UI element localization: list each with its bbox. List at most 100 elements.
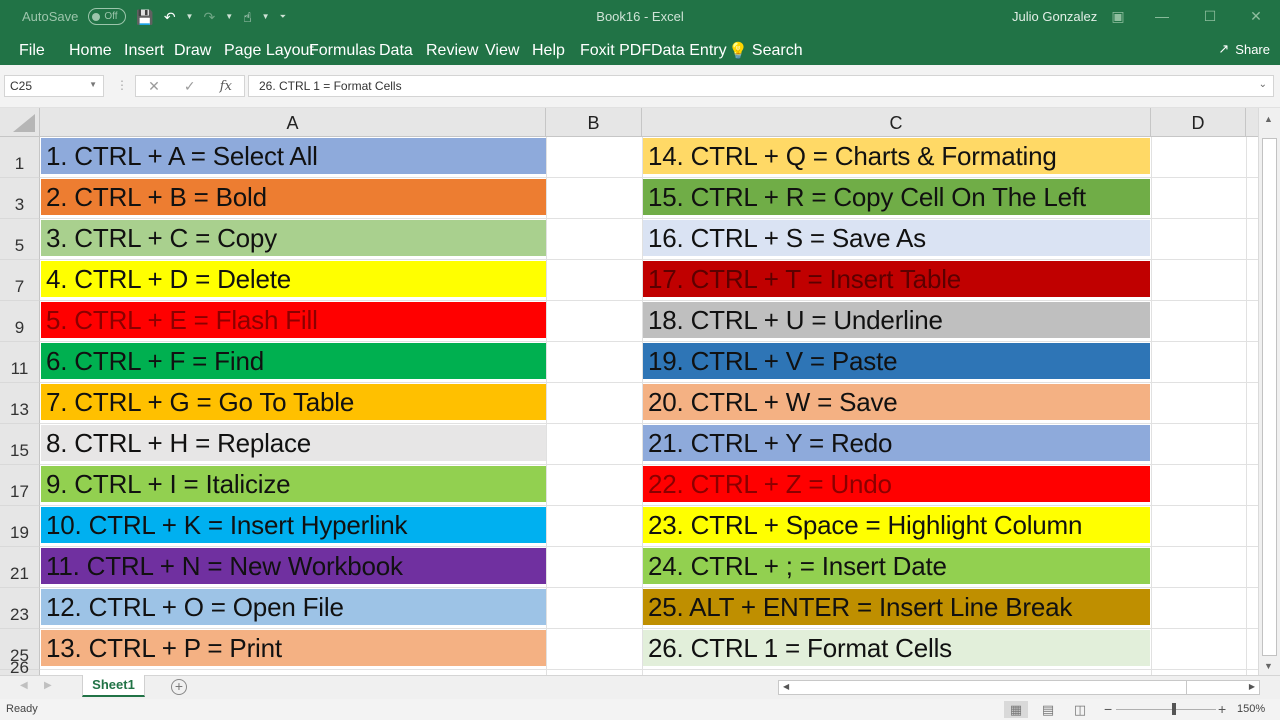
shortcut-cell[interactable]: 12. CTRL + O = Open File [41, 589, 546, 625]
row-header[interactable]: 23 [0, 588, 40, 629]
customize-qat-icon[interactable]: ⏷ [280, 12, 286, 22]
page-break-preview-icon[interactable]: ◫ [1068, 701, 1092, 718]
shortcut-cell[interactable]: 17. CTRL + T = Insert Table [643, 261, 1150, 297]
shortcut-cell[interactable]: 23. CTRL + Space = Highlight Column [643, 507, 1150, 543]
row-header[interactable]: 19 [0, 506, 40, 547]
scroll-left-icon[interactable]: ◀ [783, 682, 789, 691]
row-header[interactable]: 7 [0, 260, 40, 301]
name-box[interactable]: C25 ▼ [4, 75, 104, 97]
undo-icon[interactable]: ↶ [164, 9, 176, 25]
vertical-scrollbar[interactable]: ▲ ▼ [1258, 108, 1280, 675]
tab-page-layout[interactable]: Page Layout [224, 42, 314, 60]
tab-insert[interactable]: Insert [124, 42, 164, 60]
worksheet-grid[interactable]: A B C D 135791113151719212325261. CTRL +… [0, 108, 1280, 711]
normal-view-icon[interactable]: ▦ [1004, 701, 1028, 718]
shortcut-cell[interactable]: 18. CTRL + U = Underline [643, 302, 1150, 338]
vertical-scroll-thumb[interactable] [1262, 138, 1277, 656]
undo-dropdown-icon[interactable]: ▼ [186, 12, 194, 21]
shortcut-cell[interactable]: 1. CTRL + A = Select All [41, 138, 546, 174]
shortcut-cell[interactable]: 14. CTRL + Q = Charts & Formating [643, 138, 1150, 174]
column-header-b[interactable]: B [546, 108, 642, 137]
tab-data-entry[interactable]: Data Entry [651, 42, 727, 60]
touch-mode-icon[interactable]: ☝ [243, 9, 252, 25]
enter-check-icon[interactable]: ✓ [184, 78, 196, 95]
tab-draw[interactable]: Draw [174, 42, 211, 60]
row-header[interactable]: 13 [0, 383, 40, 424]
expand-formula-bar-icon[interactable]: ⌄ [1259, 79, 1267, 90]
column-header-d[interactable]: D [1151, 108, 1246, 137]
horizontal-scroll-thumb[interactable] [794, 681, 1187, 694]
zoom-out-icon[interactable]: − [1104, 701, 1112, 717]
scroll-right-icon[interactable]: ▶ [1249, 682, 1255, 691]
tab-home[interactable]: Home [69, 42, 112, 60]
row-header[interactable]: 21 [0, 547, 40, 588]
shortcut-cell[interactable]: 26. CTRL 1 = Format Cells [643, 630, 1150, 666]
autosave-toggle[interactable]: Off [88, 8, 127, 25]
shortcut-cell[interactable]: 11. CTRL + N = New Workbook [41, 548, 546, 584]
scroll-up-icon[interactable]: ▲ [1264, 114, 1273, 124]
ribbon-display-options-icon[interactable]: ▣ [1098, 4, 1138, 28]
shortcut-cell[interactable]: 2. CTRL + B = Bold [41, 179, 546, 215]
column-header-c[interactable]: C [642, 108, 1151, 137]
shortcut-cell[interactable]: 7. CTRL + G = Go To Table [41, 384, 546, 420]
tab-file[interactable]: File [19, 42, 45, 60]
shortcut-cell[interactable]: 15. CTRL + R = Copy Cell On The Left [643, 179, 1150, 215]
shortcut-cell[interactable]: 8. CTRL + H = Replace [41, 425, 546, 461]
shortcut-cell[interactable]: 16. CTRL + S = Save As [643, 220, 1150, 256]
redo-icon[interactable]: ↷ [203, 9, 215, 25]
maximize-icon[interactable]: ☐ [1190, 4, 1230, 28]
touch-dropdown-icon[interactable]: ▼ [262, 12, 270, 21]
zoom-level[interactable]: 150% [1237, 703, 1265, 715]
prev-sheet-icon[interactable]: ◀ [20, 680, 28, 691]
shortcut-cell[interactable]: 6. CTRL + F = Find [41, 343, 546, 379]
user-name[interactable]: Julio Gonzalez [1012, 9, 1097, 24]
horizontal-scrollbar[interactable]: ◀ ▶ [778, 680, 1260, 695]
save-icon[interactable]: 💾 [136, 9, 153, 25]
zoom-slider-knob[interactable] [1172, 703, 1177, 715]
tab-data[interactable]: Data [379, 42, 413, 60]
shortcut-cell[interactable]: 19. CTRL + V = Paste [643, 343, 1150, 379]
row-header[interactable]: 9 [0, 301, 40, 342]
shortcut-cell[interactable]: 25. ALT + ENTER = Insert Line Break [643, 589, 1150, 625]
page-layout-view-icon[interactable]: ▤ [1036, 701, 1060, 718]
minimize-icon[interactable]: — [1142, 4, 1182, 28]
tab-formulas[interactable]: Formulas [309, 42, 376, 60]
share-button[interactable]: ↗ Share [1218, 41, 1270, 57]
tell-me-search[interactable]: 💡 Search [728, 41, 803, 61]
formula-input[interactable]: 26. CTRL 1 = Format Cells ⌄ [248, 75, 1274, 97]
zoom-in-icon[interactable]: + [1218, 701, 1226, 717]
tab-foxit-pdf[interactable]: Foxit PDF [580, 42, 651, 60]
row-header[interactable]: 17 [0, 465, 40, 506]
tab-review[interactable]: Review [426, 42, 478, 60]
cancel-icon[interactable]: ✕ [148, 78, 160, 95]
next-sheet-icon[interactable]: ▶ [44, 680, 52, 691]
row-header[interactable]: 15 [0, 424, 40, 465]
formula-bar-resize-handle[interactable]: ⋮ [116, 78, 128, 92]
shortcut-cell[interactable]: 4. CTRL + D = Delete [41, 261, 546, 297]
shortcut-cell[interactable]: 9. CTRL + I = Italicize [41, 466, 546, 502]
sheet-tab-sheet1[interactable]: Sheet1 [82, 675, 145, 697]
shortcut-cell[interactable]: 24. CTRL + ; = Insert Date [643, 548, 1150, 584]
add-sheet-icon[interactable]: + [171, 679, 187, 695]
row-header[interactable]: 3 [0, 178, 40, 219]
scroll-down-icon[interactable]: ▼ [1264, 661, 1273, 671]
shortcut-cell[interactable]: 20. CTRL + W = Save [643, 384, 1150, 420]
shortcut-cell[interactable]: 22. CTRL + Z = Undo [643, 466, 1150, 502]
shortcut-cell[interactable]: 3. CTRL + C = Copy [41, 220, 546, 256]
insert-function-icon[interactable]: fx [220, 79, 232, 94]
select-all-corner[interactable] [0, 108, 40, 137]
shortcut-cell[interactable]: 21. CTRL + Y = Redo [643, 425, 1150, 461]
shortcut-cell[interactable]: 10. CTRL + K = Insert Hyperlink [41, 507, 546, 543]
row-header[interactable]: 11 [0, 342, 40, 383]
shortcut-cell[interactable]: 5. CTRL + E = Flash Fill [41, 302, 546, 338]
name-box-dropdown-icon[interactable]: ▼ [89, 80, 97, 89]
close-icon[interactable]: ✕ [1236, 4, 1276, 28]
row-header[interactable]: 1 [0, 137, 40, 178]
zoom-slider[interactable]: − + [1104, 701, 1226, 717]
tab-help[interactable]: Help [532, 42, 565, 60]
tab-view[interactable]: View [485, 42, 519, 60]
column-header-a[interactable]: A [40, 108, 546, 137]
row-header[interactable]: 5 [0, 219, 40, 260]
shortcut-cell[interactable]: 13. CTRL + P = Print [41, 630, 546, 666]
redo-dropdown-icon[interactable]: ▼ [225, 12, 233, 21]
